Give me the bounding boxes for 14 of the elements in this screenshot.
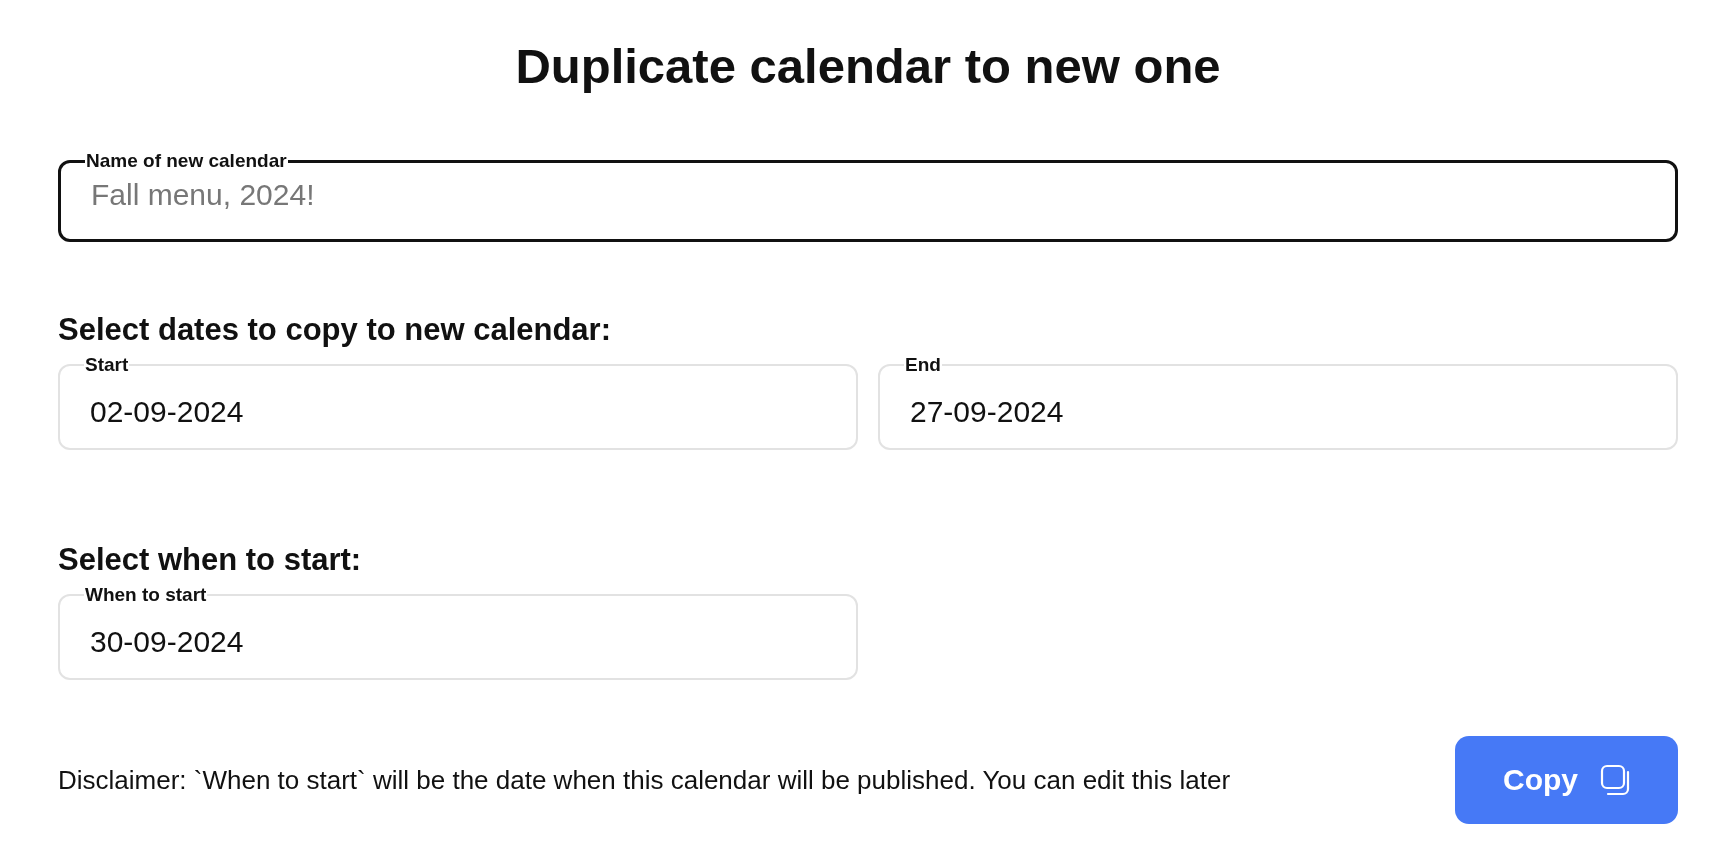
copy-button[interactable]: Copy	[1455, 736, 1678, 824]
section-heading: Select dates to copy to new calendar:	[58, 312, 612, 348]
field-label: Name of new calendar	[85, 150, 288, 172]
copy-icon	[1600, 764, 1630, 796]
field-label: Start	[84, 354, 130, 376]
field-label: When to start	[84, 584, 208, 606]
section-heading: Select when to start:	[58, 542, 363, 578]
date-input[interactable]: 30-09-2024	[86, 619, 830, 665]
field-label: End	[904, 354, 942, 376]
date-input[interactable]: 02-09-2024	[86, 389, 830, 435]
disclaimer-text: Disclaimer: `When to start` will be the date when this calendar will be published. You can edit this later	[58, 764, 1231, 796]
page-title: Duplicate calendar to new one	[514, 38, 1222, 95]
date-input[interactable]: 27-09-2024	[906, 389, 1650, 435]
text-input[interactable]: Fall menu, 2024!	[87, 172, 1649, 218]
